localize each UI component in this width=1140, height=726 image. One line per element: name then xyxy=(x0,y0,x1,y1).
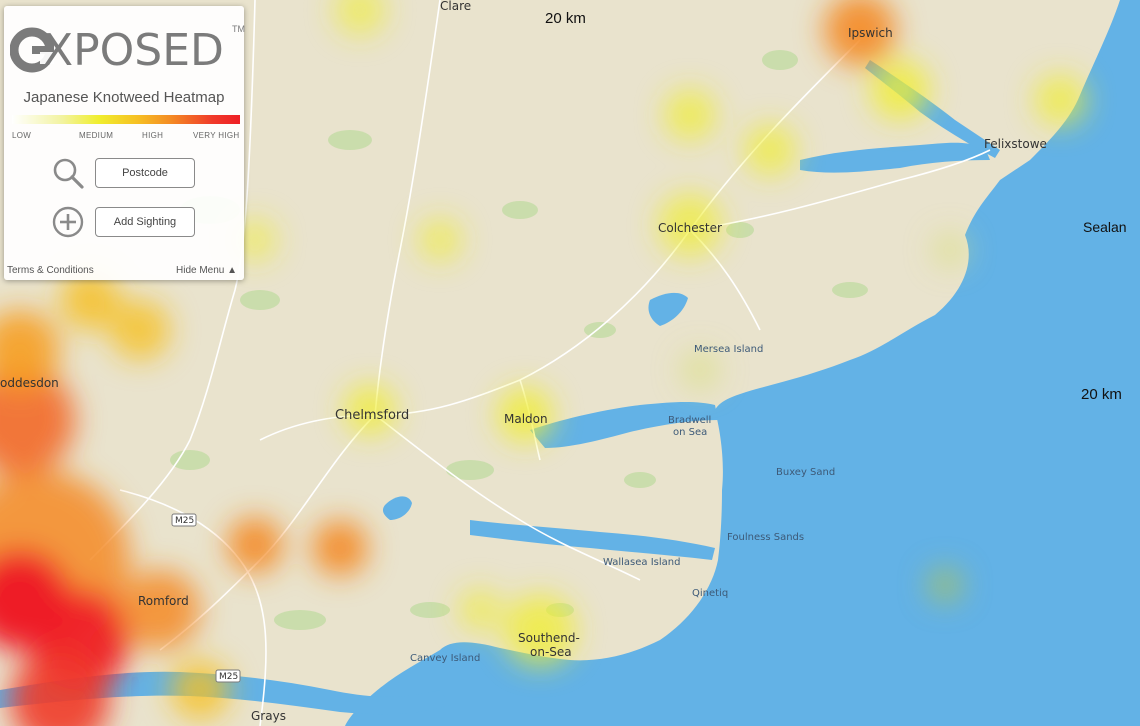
logo-wordmark: XPOSED xyxy=(43,25,224,76)
place-grays: Grays xyxy=(251,709,286,723)
logo-trademark: TM xyxy=(232,24,245,34)
place-felixstowe: Felixstowe xyxy=(984,137,1047,151)
legend-high: HIGH xyxy=(142,131,164,140)
place-colchester: Colchester xyxy=(658,221,722,235)
postcode-button[interactable]: Postcode xyxy=(95,158,195,188)
place-hoddesdon: oddesdon xyxy=(0,376,59,390)
place-wallasea-island: Wallasea Island xyxy=(603,557,680,568)
place-mersea-island: Mersea Island xyxy=(694,344,763,355)
road-shield-m25-north: M25 xyxy=(171,513,197,527)
place-maldon: Maldon xyxy=(504,412,548,426)
hide-menu-toggle[interactable]: Hide Menu ▲ xyxy=(176,265,237,276)
legend-medium: MEDIUM xyxy=(79,131,114,140)
place-bradwell-on-sea: on Sea xyxy=(673,427,707,438)
place-sealand-edge: Sealan xyxy=(1083,219,1127,235)
place-romford: Romford xyxy=(138,594,189,608)
terms-conditions-link[interactable]: Terms & Conditions xyxy=(7,265,94,276)
add-circle-icon[interactable] xyxy=(52,206,84,238)
place-on-sea: on-Sea xyxy=(530,645,572,659)
add-sighting-button[interactable]: Add Sighting xyxy=(95,207,195,237)
place-clare: Clare xyxy=(440,0,471,13)
scale-label-right: 20 km xyxy=(1081,386,1122,403)
place-chelmsford: Chelmsford xyxy=(335,408,409,423)
control-panel: XPOSED TM Japanese Knotweed Heatmap LOW … xyxy=(4,6,245,280)
place-foulness-sands: Foulness Sands xyxy=(727,532,804,543)
exposed-logo: XPOSED TM xyxy=(10,18,245,82)
place-canvey-island: Canvey Island xyxy=(410,653,480,664)
road-shield-m25-south: M25 xyxy=(215,669,241,683)
legend-gradient-bar xyxy=(12,115,240,124)
place-buxey-sand: Buxey Sand xyxy=(776,467,835,478)
legend-low: LOW xyxy=(12,131,32,140)
place-qinetiq: Qinetiq xyxy=(692,588,728,599)
place-southend: Southend- xyxy=(518,631,580,645)
svg-text:M25: M25 xyxy=(219,672,238,682)
place-bradwell: Bradwell xyxy=(668,415,711,426)
svg-text:M25: M25 xyxy=(175,516,194,526)
search-icon[interactable] xyxy=(52,157,84,189)
place-ipswich: Ipswich xyxy=(848,26,893,40)
heatmap-title: Japanese Knotweed Heatmap xyxy=(23,89,225,106)
scale-label-top: 20 km xyxy=(545,10,586,27)
legend-very-high: VERY HIGH xyxy=(193,131,240,140)
